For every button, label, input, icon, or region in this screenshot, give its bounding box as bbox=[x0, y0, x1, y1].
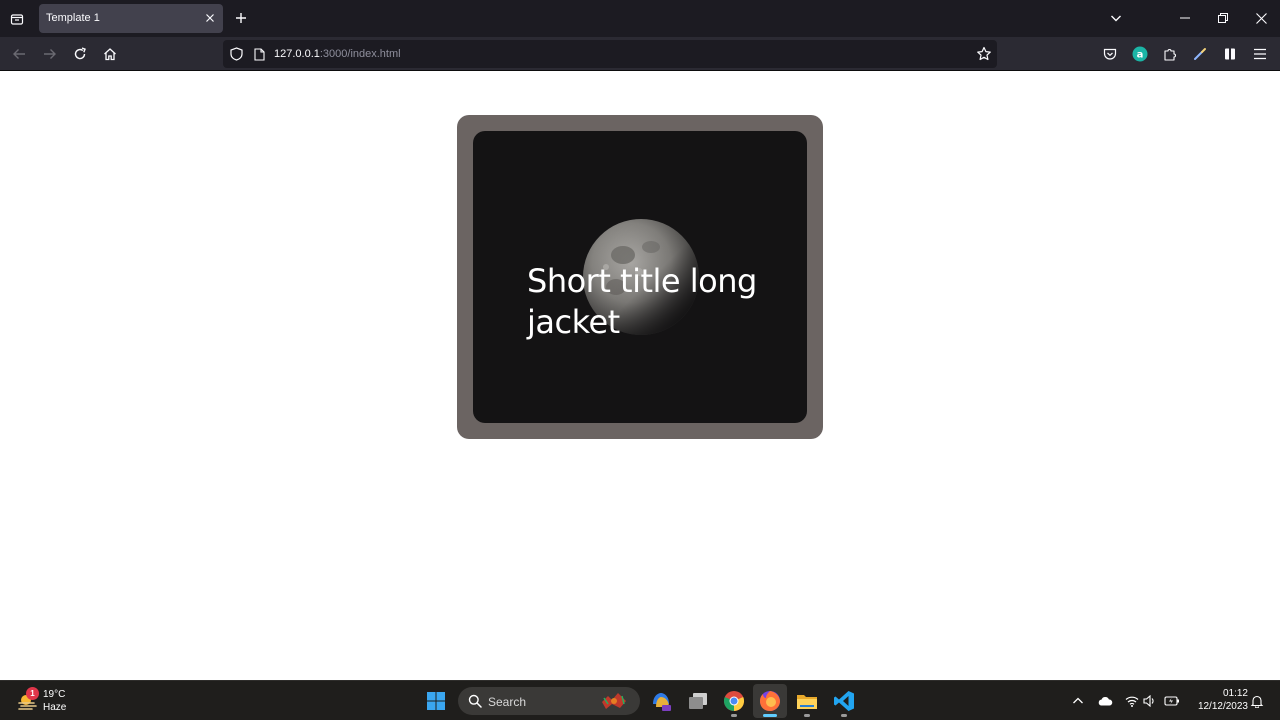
wifi-tray-button[interactable] bbox=[1122, 691, 1142, 711]
card-frame: Short title long jacket bbox=[457, 115, 823, 439]
browser-tab-strip: Template 1 bbox=[0, 0, 1280, 37]
color-picker-extension-button[interactable] bbox=[1189, 43, 1211, 65]
arrow-right-icon bbox=[43, 47, 57, 61]
home-icon bbox=[103, 47, 117, 61]
clock-date: 12/12/2023 bbox=[1197, 701, 1248, 712]
puzzle-icon bbox=[1163, 47, 1177, 61]
plus-icon bbox=[235, 12, 247, 24]
chevron-up-icon bbox=[1072, 695, 1084, 707]
task-view-icon bbox=[687, 690, 709, 712]
pocket-icon bbox=[1103, 47, 1117, 61]
svg-text:a: a bbox=[1137, 50, 1144, 61]
battery-tray-button[interactable] bbox=[1162, 691, 1182, 711]
account-extension-button[interactable]: a bbox=[1129, 43, 1151, 65]
clock-time: 01:12 bbox=[1222, 688, 1248, 699]
home-button[interactable] bbox=[97, 41, 123, 67]
taskbar-copilot[interactable] bbox=[644, 684, 678, 718]
folder-icon bbox=[796, 690, 818, 712]
url-host: 127.0.0.1 bbox=[274, 48, 320, 60]
weather-widget[interactable]: 1 19°C Haze bbox=[14, 686, 84, 716]
bell-icon bbox=[1250, 694, 1264, 708]
taskbar-task-view[interactable] bbox=[681, 684, 715, 718]
url-path: :3000/index.html bbox=[319, 48, 401, 60]
tab-template-1[interactable]: Template 1 bbox=[39, 4, 223, 33]
eyedropper-icon bbox=[1193, 47, 1207, 61]
notification-badge: 1 bbox=[26, 687, 39, 700]
minimize-icon bbox=[1180, 13, 1190, 23]
tab-close-button[interactable] bbox=[201, 9, 219, 27]
speaker-icon bbox=[1143, 695, 1157, 707]
address-bar[interactable]: 127.0.0.1:3000/index.html bbox=[223, 40, 997, 68]
show-hidden-icons-button[interactable] bbox=[1068, 691, 1088, 711]
minimize-button[interactable] bbox=[1166, 0, 1204, 36]
close-icon bbox=[1255, 12, 1267, 24]
firefox-icon bbox=[759, 690, 781, 712]
web-page-content: Short title long jacket bbox=[0, 71, 1280, 680]
new-tab-button[interactable] bbox=[229, 6, 253, 30]
windows-taskbar: 1 19°C Haze Search 01:12 12/12/2023 bbox=[0, 680, 1280, 720]
running-indicator bbox=[841, 714, 847, 717]
app-menu-button[interactable] bbox=[1249, 43, 1271, 65]
vscode-icon bbox=[833, 690, 855, 712]
close-icon bbox=[205, 13, 215, 23]
taskbar-file-explorer[interactable] bbox=[790, 684, 824, 718]
tab-title: Template 1 bbox=[46, 12, 100, 24]
taskbar-chrome[interactable] bbox=[717, 684, 751, 718]
navigation-toolbar: 127.0.0.1:3000/index.html a bbox=[0, 37, 1280, 71]
battery-charging-icon bbox=[1164, 695, 1180, 707]
url-text[interactable]: 127.0.0.1:3000/index.html bbox=[274, 48, 401, 60]
forward-button[interactable] bbox=[37, 41, 63, 67]
active-indicator bbox=[763, 714, 777, 717]
copilot-icon bbox=[650, 690, 672, 712]
card: Short title long jacket bbox=[473, 131, 807, 423]
extensions-button[interactable] bbox=[1159, 43, 1181, 65]
restore-icon bbox=[1218, 13, 1228, 23]
tab-overflow-menu-button[interactable] bbox=[1104, 6, 1128, 30]
taskbar-firefox[interactable] bbox=[753, 684, 787, 718]
chrome-icon bbox=[723, 690, 745, 712]
arrow-left-icon bbox=[12, 47, 26, 61]
bookmark-star-icon[interactable] bbox=[976, 46, 992, 62]
weather-temperature: 19°C bbox=[43, 689, 66, 700]
windows-logo-icon bbox=[426, 691, 446, 711]
shield-icon[interactable] bbox=[229, 47, 243, 61]
reload-icon bbox=[73, 47, 87, 61]
search-icon bbox=[468, 694, 482, 708]
cloud-icon bbox=[1097, 695, 1113, 707]
taskbar-search[interactable]: Search bbox=[458, 687, 640, 715]
chevron-down-icon bbox=[1110, 12, 1122, 24]
weather-condition: Haze bbox=[43, 702, 67, 713]
book-icon bbox=[1223, 47, 1237, 61]
close-window-button[interactable] bbox=[1242, 0, 1280, 36]
page-icon[interactable] bbox=[252, 47, 266, 61]
onedrive-tray-button[interactable] bbox=[1095, 691, 1115, 711]
back-button[interactable] bbox=[6, 41, 32, 67]
search-highlight-icon bbox=[598, 690, 630, 712]
account-avatar-icon: a bbox=[1132, 46, 1148, 62]
reader-extension-button[interactable] bbox=[1219, 43, 1241, 65]
volume-tray-button[interactable] bbox=[1140, 691, 1160, 711]
taskbar-vscode[interactable] bbox=[827, 684, 861, 718]
list-all-tabs-button[interactable] bbox=[4, 6, 30, 32]
running-indicator bbox=[731, 714, 737, 717]
reload-button[interactable] bbox=[67, 41, 93, 67]
tab-list-icon bbox=[10, 12, 24, 26]
card-title: Short title long jacket bbox=[527, 262, 757, 341]
start-button[interactable] bbox=[419, 684, 453, 718]
wifi-icon bbox=[1125, 695, 1139, 707]
running-indicator bbox=[804, 714, 810, 717]
notifications-button[interactable] bbox=[1247, 691, 1267, 711]
search-label: Search bbox=[488, 695, 527, 709]
taskbar-clock[interactable]: 01:12 12/12/2023 bbox=[1188, 687, 1248, 714]
pocket-button[interactable] bbox=[1099, 43, 1121, 65]
hamburger-menu-icon bbox=[1253, 48, 1267, 60]
restore-button[interactable] bbox=[1204, 0, 1242, 36]
